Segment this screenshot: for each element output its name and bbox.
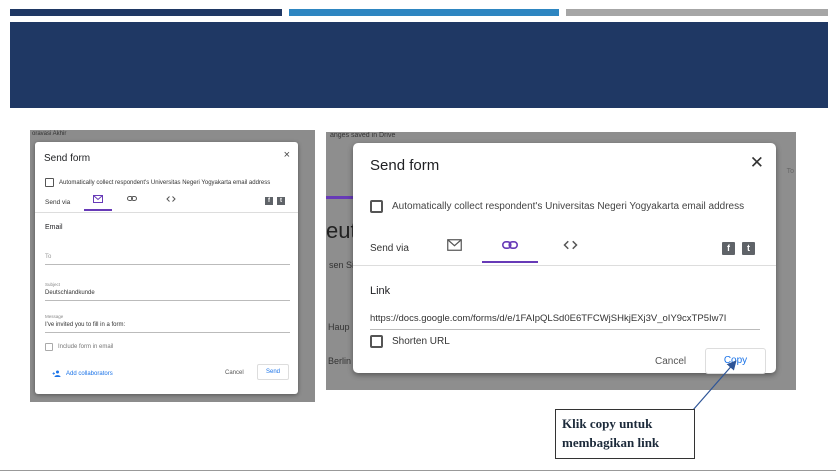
twitter-icon[interactable]: t — [742, 242, 755, 255]
embed-icon — [166, 196, 176, 202]
tab-embed[interactable] — [160, 195, 182, 205]
add-collaborators-button[interactable]: Add collaborators — [52, 370, 113, 377]
send-via-label: Send via — [45, 199, 71, 206]
to-field[interactable]: To — [45, 254, 51, 260]
send-button[interactable]: Send — [257, 364, 289, 380]
screenshot-email: oravasi Akhir Send form × Automatically … — [30, 130, 315, 402]
add-collaborators-label: Add collaborators — [66, 370, 113, 377]
slide: oravasi Akhir Send form × Automatically … — [0, 0, 836, 473]
active-tab-underline — [84, 209, 112, 211]
dialog-title: Send form — [44, 153, 91, 164]
subject-label: Subject — [45, 282, 61, 287]
collect-email-row[interactable]: Automatically collect respondent's Unive… — [45, 178, 270, 187]
divider — [353, 265, 776, 266]
tab-link[interactable] — [495, 239, 525, 253]
background-text: Haup — [328, 322, 350, 332]
section-heading: Email — [45, 224, 63, 231]
tab-email[interactable] — [87, 195, 109, 205]
link-icon — [502, 241, 518, 249]
background-text: To — [786, 168, 794, 175]
top-bar-gray — [566, 9, 828, 16]
collect-email-label: Automatically collect respondent's Unive… — [59, 179, 271, 186]
footer-line — [0, 470, 836, 471]
close-icon[interactable]: × — [284, 149, 290, 161]
top-bar-dark — [10, 9, 282, 16]
mail-icon — [446, 239, 462, 251]
collect-email-row[interactable]: Automatically collect respondent's Unive… — [370, 200, 744, 213]
send-via-label: Send via — [370, 243, 409, 254]
embed-icon — [562, 240, 578, 250]
facebook-icon[interactable]: f — [265, 197, 273, 205]
include-form-checkbox[interactable] — [45, 343, 53, 351]
message-field[interactable]: I've invited you to fill in a form: — [45, 322, 125, 328]
background-text: anges saved in Drive — [330, 132, 396, 139]
callout-box: Klik copy untuk membagikan link — [555, 409, 695, 459]
include-form-label: Include form in email — [58, 344, 114, 350]
include-form-row[interactable]: Include form in email — [45, 343, 113, 351]
subject-underline — [45, 300, 290, 301]
title-banner — [10, 22, 828, 108]
active-tab-underline — [482, 261, 538, 263]
dialog-title: Send form — [370, 157, 440, 174]
tab-email[interactable] — [439, 239, 469, 254]
background-text: oravasi Akhir — [32, 131, 67, 137]
twitter-icon[interactable]: t — [277, 197, 285, 205]
form-link-field[interactable]: https://docs.google.com/forms/d/e/1FAIpQ… — [370, 313, 760, 324]
shorten-url-checkbox[interactable] — [370, 335, 383, 348]
send-form-dialog-link: Send form ✕ Automatically collect respon… — [353, 143, 776, 374]
shorten-url-label: Shorten URL — [392, 336, 450, 347]
tab-link[interactable] — [121, 195, 143, 204]
subject-field[interactable]: Deutschlandkunde — [45, 290, 95, 296]
cancel-button[interactable]: Cancel — [655, 356, 686, 367]
copy-button[interactable]: Copy — [705, 348, 766, 374]
background-text: sen Si — [329, 260, 355, 270]
callout-line-2: membagikan link — [562, 435, 660, 450]
close-icon[interactable]: ✕ — [750, 153, 764, 173]
background-accent-line — [326, 196, 356, 199]
form-link-underline — [370, 329, 760, 330]
link-icon — [127, 196, 137, 201]
screenshot-link: anges saved in Drive To eut sen Si Haup … — [326, 132, 796, 390]
add-person-icon — [52, 370, 61, 377]
collect-email-checkbox[interactable] — [45, 178, 54, 187]
cancel-button[interactable]: Cancel — [225, 370, 244, 376]
collect-email-label: Automatically collect respondent's Unive… — [392, 201, 745, 212]
background-text: Berlin — [328, 356, 352, 366]
facebook-icon[interactable]: f — [722, 242, 735, 255]
top-bar-blue — [289, 9, 559, 16]
send-form-dialog-email: Send form × Automatically collect respon… — [35, 142, 298, 394]
section-heading: Link — [370, 285, 391, 297]
to-underline — [45, 264, 290, 265]
message-label: Message — [45, 314, 64, 319]
background-text: eut — [326, 218, 357, 243]
mail-icon — [93, 195, 103, 203]
collect-email-checkbox[interactable] — [370, 200, 383, 213]
divider — [35, 212, 298, 213]
callout-line-1: Klik copy untuk — [562, 416, 653, 431]
message-underline — [45, 332, 290, 333]
shorten-url-row[interactable]: Shorten URL — [370, 335, 450, 348]
tab-embed[interactable] — [555, 239, 585, 254]
